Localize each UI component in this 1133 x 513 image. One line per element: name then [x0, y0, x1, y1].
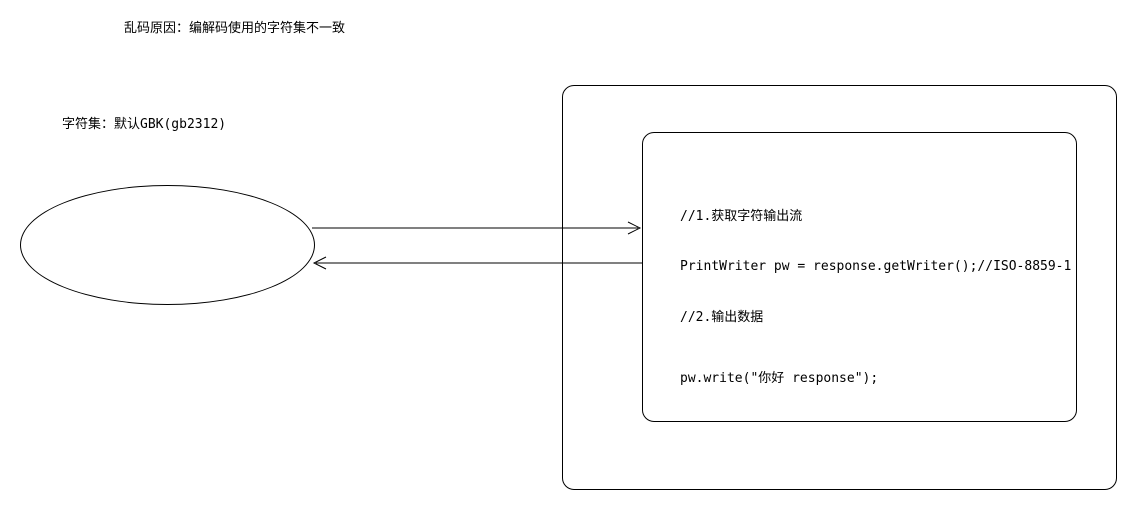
ellipse-shape: [20, 185, 315, 305]
code-comment-1: //1.获取字符输出流: [680, 209, 1071, 226]
title-text: 乱码原因：编解码使用的字符集不一致: [124, 17, 345, 36]
charset-label: 字符集：默认GBK(gb2312): [62, 113, 226, 132]
diagram-container: 乱码原因：编解码使用的字符集不一致 字符集：默认GBK(gb2312) //1.…: [0, 0, 1133, 513]
code-comment-2: //2.输出数据: [680, 310, 1071, 327]
code-block: //1.获取字符输出流 PrintWriter pw = response.ge…: [680, 175, 1071, 421]
code-line-printwriter: PrintWriter pw = response.getWriter();//…: [680, 259, 1071, 276]
code-line-write: pw.write("你好 response");: [680, 371, 1071, 388]
arrowhead-left: [314, 257, 326, 269]
